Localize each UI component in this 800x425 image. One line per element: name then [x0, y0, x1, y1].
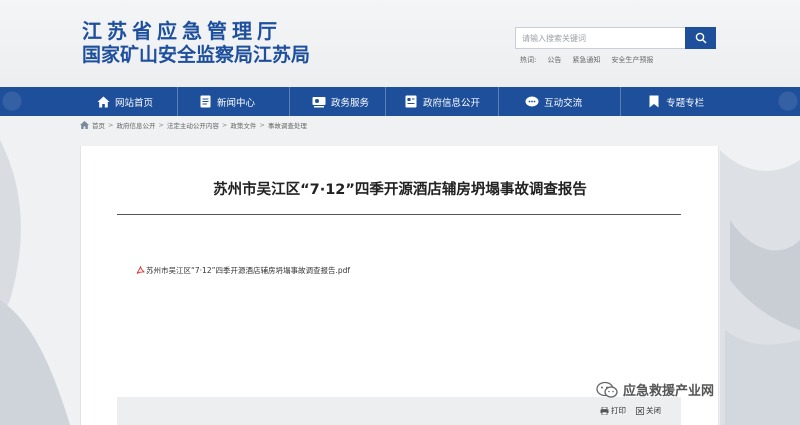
article-footer-bar: [117, 397, 681, 425]
nav-item-news[interactable]: 新闻中心: [178, 87, 289, 116]
breadcrumb-current[interactable]: 事故调查处理: [268, 120, 307, 130]
attachment-filename[interactable]: 苏州市吴江区“7·12”四季开源酒店辅房坍塌事故调查报告.pdf: [146, 265, 350, 276]
chat-icon: [525, 95, 539, 109]
nav-item-label: 互动交流: [544, 97, 583, 109]
breadcrumb-link[interactable]: 政府信息公开: [116, 120, 155, 130]
nav-item-home[interactable]: 网站首页: [96, 87, 177, 116]
close-label: 关闭: [646, 406, 661, 415]
home-icon: [80, 121, 89, 129]
close-button[interactable]: 关闭: [636, 405, 661, 416]
service-icon: [312, 95, 326, 109]
wechat-icon: [596, 381, 618, 398]
home-icon: [96, 95, 110, 109]
nav-item-label: 网站首页: [115, 97, 154, 109]
close-icon: [636, 406, 644, 415]
hot-word-link[interactable]: 紧急通知: [572, 55, 600, 65]
bookmark-icon: [647, 95, 661, 109]
print-button[interactable]: 打印: [600, 405, 626, 416]
print-label: 打印: [611, 406, 626, 415]
document-icon: [198, 95, 212, 109]
article-title: 苏州市吴江区“7·12”四季开源酒店辅房坍塌事故调查报告: [213, 182, 587, 198]
search-input[interactable]: [515, 27, 685, 49]
source-watermark: 应急救援产业网: [596, 380, 714, 399]
site-title-secondary[interactable]: 国家矿山安全监察局江苏局: [82, 40, 310, 67]
nav-item-special[interactable]: 专题专栏: [621, 87, 704, 116]
breadcrumb-link[interactable]: 首页: [92, 120, 105, 130]
watermark-text: 应急救援产业网: [623, 384, 715, 399]
search-icon: [695, 32, 707, 44]
search-bar: [515, 27, 716, 49]
print-icon: [600, 406, 609, 415]
breadcrumb-link[interactable]: 政策文件: [230, 120, 256, 130]
breadcrumb-separator: >: [259, 121, 265, 129]
open-info-icon: [404, 95, 418, 109]
title-divider: [117, 214, 681, 215]
search-button[interactable]: [685, 27, 716, 49]
breadcrumb: 首页 > 政府信息公开 > 法定主动公开内容 > 政策文件 > 事故调查处理: [80, 120, 307, 130]
site-header: 江苏省应急管理厅 国家矿山安全监察局江苏局 热词: 公告 紧急通知 安全生产预报: [0, 0, 800, 87]
nav-item-label: 政务服务: [331, 97, 370, 109]
main-nav: 网站首页 新闻中心 政务服务 政府信息公开 互动交流 专题专栏: [0, 87, 800, 116]
nav-item-label: 新闻中心: [217, 97, 256, 109]
hot-word-link[interactable]: 安全生产预报: [611, 55, 653, 65]
hot-words: 热词: 公告 紧急通知 安全生产预报: [520, 55, 653, 65]
article-actions: 打印 关闭: [600, 405, 661, 416]
hot-word-link[interactable]: 公告: [547, 55, 561, 65]
pdf-icon: [136, 266, 145, 274]
breadcrumb-separator: >: [221, 121, 228, 129]
nav-item-interaction[interactable]: 互动交流: [499, 87, 620, 116]
hot-words-label: 热词:: [520, 56, 537, 64]
nav-item-label: 政府信息公开: [423, 97, 481, 109]
nav-item-open-info[interactable]: 政府信息公开: [386, 87, 498, 116]
pdf-attachment-link[interactable]: 苏州市吴江区“7·12”四季开源酒店辅房坍塌事故调查报告.pdf: [136, 265, 350, 276]
breadcrumb-separator: >: [158, 121, 164, 129]
breadcrumb-link[interactable]: 法定主动公开内容: [167, 120, 219, 130]
breadcrumb-separator: >: [108, 121, 114, 129]
nav-item-services[interactable]: 政务服务: [290, 87, 385, 116]
nav-item-label: 专题专栏: [666, 97, 705, 109]
